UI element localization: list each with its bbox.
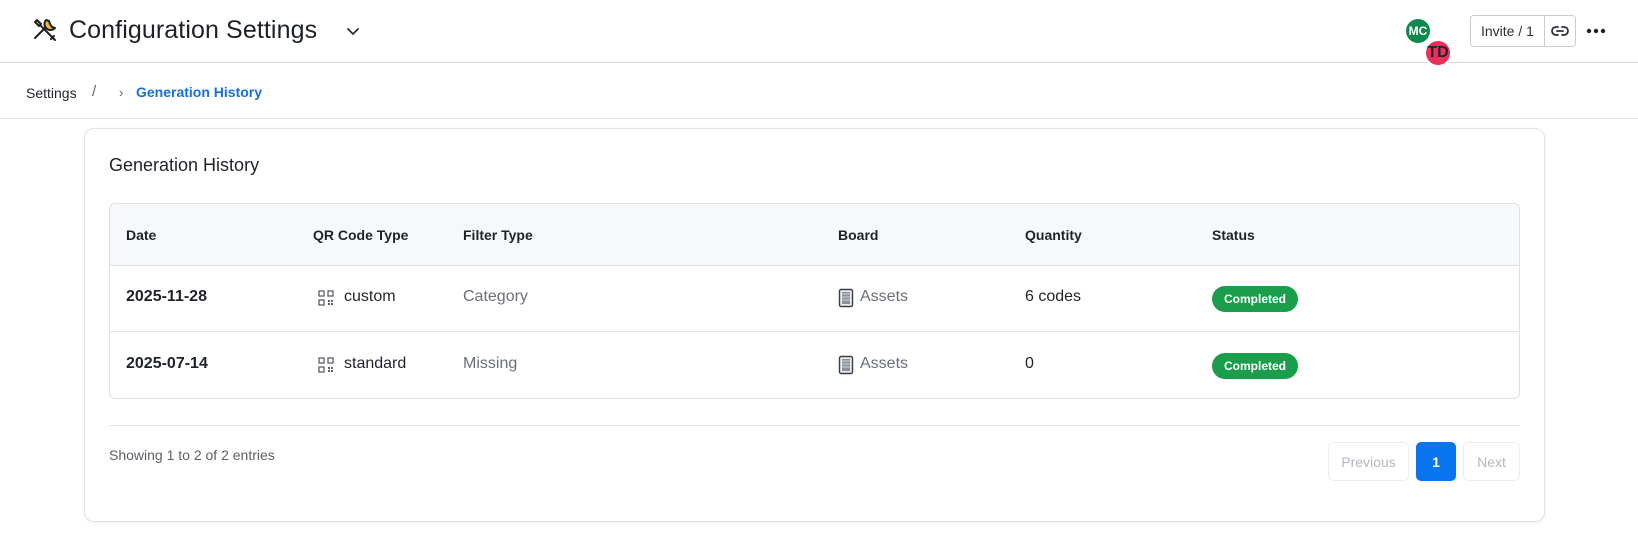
breadcrumb-separator: › — [119, 85, 124, 100]
row-filter-type: Missing — [463, 355, 518, 372]
breadcrumb-settings-link[interactable]: Settings — [26, 85, 77, 101]
link-icon — [1551, 26, 1569, 36]
top-bar: Configuration Settings MC TD Invite / 1 — [0, 0, 1638, 67]
divider — [109, 425, 1520, 426]
row-date: 2025-11-28 — [126, 288, 207, 305]
tools-icon — [34, 19, 56, 41]
breadcrumb-slash: / — [92, 83, 97, 100]
copy-link-button[interactable] — [1544, 16, 1575, 46]
column-header-board[interactable]: Board — [838, 227, 878, 243]
column-header-qr-code-type[interactable]: QR Code Type — [313, 227, 408, 243]
generation-history-card: Generation History Date QR Code Type Fil… — [84, 128, 1545, 522]
board-book-icon — [838, 288, 854, 308]
column-header-quantity[interactable]: Quantity — [1025, 227, 1082, 243]
status-badge: Completed — [1212, 286, 1299, 312]
table-row[interactable]: 2025-07-14 standard Missing Assets 0 Com… — [110, 333, 1519, 398]
chevron-down-icon[interactable] — [346, 24, 360, 38]
page-title[interactable]: Configuration Settings — [69, 14, 317, 46]
more-horizontal-icon — [1586, 28, 1606, 34]
row-board[interactable]: Assets — [860, 355, 908, 373]
row-qr-type: custom — [344, 288, 396, 305]
qr-code-icon — [318, 290, 334, 306]
row-quantity: 0 — [1025, 355, 1034, 372]
row-board[interactable]: Assets — [860, 288, 908, 306]
qr-code-icon — [318, 357, 334, 373]
column-header-filter-type[interactable]: Filter Type — [463, 227, 533, 243]
pagination-page-button[interactable]: 1 — [1416, 442, 1456, 481]
status-badge: Completed — [1212, 353, 1299, 379]
card-title: Generation History — [109, 155, 260, 175]
avatar[interactable]: MC — [1404, 17, 1432, 45]
board-book-icon — [838, 355, 854, 375]
table-header: Date QR Code Type Filter Type Board Quan… — [110, 204, 1519, 266]
entries-summary: Showing 1 to 2 of 2 entries — [109, 447, 275, 463]
row-filter-type: Category — [463, 288, 528, 305]
pagination-next-button[interactable]: Next — [1463, 442, 1520, 481]
column-header-status[interactable]: Status — [1212, 227, 1255, 243]
collaborator-avatars[interactable]: MC TD — [1404, 17, 1456, 67]
column-header-date[interactable]: Date — [126, 227, 156, 243]
invite-group: Invite / 1 — [1470, 15, 1576, 47]
invite-button[interactable]: Invite / 1 — [1471, 16, 1545, 46]
history-table: Date QR Code Type Filter Type Board Quan… — [109, 203, 1520, 399]
row-date: 2025-07-14 — [126, 355, 208, 372]
table-row[interactable]: 2025-11-28 custom Category Assets 6 code… — [110, 266, 1519, 332]
avatar[interactable]: TD — [1424, 39, 1452, 67]
pagination-previous-button[interactable]: Previous — [1328, 442, 1409, 481]
more-options-button[interactable] — [1583, 18, 1609, 44]
row-quantity: 6 codes — [1025, 288, 1082, 305]
row-qr-type: standard — [344, 355, 407, 372]
breadcrumb-current[interactable]: Generation History — [136, 84, 262, 100]
